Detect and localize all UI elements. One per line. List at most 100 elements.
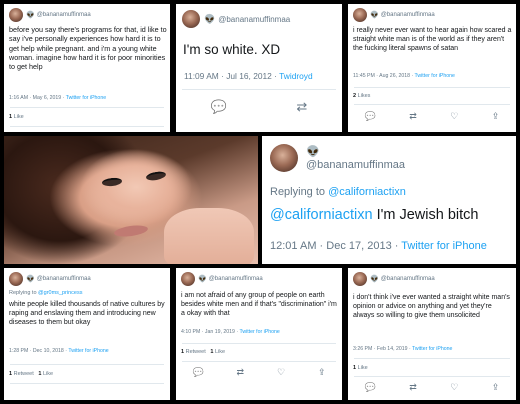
divider (354, 376, 510, 377)
divider (182, 361, 336, 362)
tweet-card-native: 👽 @bananamuffinmaa Replying to @gr0ms_pr… (4, 268, 170, 400)
likes-label: Like (12, 114, 24, 120)
alien-icon: 👽 (306, 146, 320, 158)
photo-eye-right (145, 170, 167, 182)
tweet-card-jewish: 👽 @bananamuffinmaa Replying to @californ… (262, 136, 516, 264)
user-handle[interactable]: @bananamuffinmaa (381, 276, 435, 282)
reply-to-link[interactable]: @gr0ms_princess (38, 290, 82, 296)
user-handle[interactable]: @bananamuffinmaa (306, 159, 405, 171)
divider (10, 107, 164, 108)
tweet-source[interactable]: Twitter for iPhone (401, 240, 487, 252)
share-icon[interactable]: ⇪ (492, 382, 500, 393)
tweet-time: 11:09 AM · Jul 16, 2012 · (184, 71, 280, 81)
tweet-stats[interactable]: 1 Retweet 1 Like (181, 349, 225, 355)
photo-hand (164, 208, 254, 264)
avatar[interactable] (9, 8, 23, 22)
tweet-card-afraid: 👽 @bananamuffinmaa i am not afraid of an… (176, 268, 342, 400)
tweet-time: 1:28 PM · Dec 10, 2018 · (9, 348, 69, 354)
alien-icon: 👽 (370, 276, 379, 283)
reply-icon[interactable]: 💬 (211, 99, 227, 115)
user-handle[interactable]: @bananamuffinmaa (37, 276, 91, 282)
like-icon[interactable]: ♡ (450, 382, 458, 393)
alien-icon: 👽 (198, 276, 207, 283)
retweet-icon[interactable]: ⇄ (409, 382, 417, 393)
retweet-icon[interactable]: ⇄ (409, 111, 417, 122)
tweet-source[interactable]: Twitter for iPhone (415, 73, 455, 79)
divider (182, 89, 336, 90)
tweet-source[interactable]: Twitter for iPhone (66, 95, 106, 101)
tweet-stats[interactable]: 1 Retweet 1 Like (9, 371, 53, 377)
tweet-source[interactable]: Twitter for iPhone (412, 346, 452, 352)
tweet-text: before you say there's programs for that… (9, 25, 167, 72)
tweet-card-programs: 👽 @bananamuffinmaa before you say there'… (4, 4, 170, 132)
reply-context: Replying to @californiactixn (270, 186, 406, 198)
reply-icon[interactable]: 💬 (365, 382, 376, 393)
divider (182, 343, 336, 344)
share-icon[interactable]: ⇪ (492, 111, 500, 122)
user-handle[interactable]: @bananamuffinmaa (218, 15, 290, 24)
like-icon[interactable]: ♡ (450, 111, 458, 122)
divider (10, 383, 164, 384)
tweet-text: I'm so white. XD (183, 42, 281, 57)
likes-label: Likes (356, 93, 371, 99)
tweet-card-scared: 👽 @bananamuffinmaa i really never ever w… (348, 4, 516, 132)
avatar[interactable] (353, 272, 367, 286)
retweet-icon[interactable]: ⇄ (237, 367, 245, 378)
avatar[interactable] (9, 272, 23, 286)
reply-context: Replying to @gr0ms_princess (9, 290, 82, 296)
alien-icon: 👽 (204, 13, 216, 24)
tweet-source[interactable]: Twitter for iPhone (68, 348, 108, 354)
photo-eye-left (101, 176, 123, 188)
tweet-stats[interactable]: 1 Like (9, 114, 24, 120)
mention-link[interactable]: @californiactixn (270, 207, 373, 223)
tweet-timestamp[interactable]: 3:26 PM · Feb 14, 2019 · Twitter for iPh… (353, 346, 452, 352)
tweet-text: i don't think i've ever wanted a straigh… (353, 294, 510, 320)
tweet-text: i am not afraid of any group of people o… (181, 292, 337, 318)
alien-icon: 👽 (370, 12, 379, 19)
alien-icon: 👽 (26, 276, 35, 283)
tweet-timestamp[interactable]: 12:01 AM · Dec 17, 2013 · Twitter for iP… (270, 240, 487, 252)
avatar[interactable] (353, 8, 367, 22)
avatar[interactable] (181, 272, 195, 286)
tweet-timestamp[interactable]: 11:45 PM · Aug 26, 2018 · Twitter for iP… (353, 73, 455, 79)
tweet-stats[interactable]: 2 Likes (353, 93, 370, 99)
like-icon[interactable]: ♡ (277, 367, 285, 378)
reply-icon[interactable]: 💬 (365, 111, 376, 122)
tweet-source[interactable]: Twitter for iPhone (239, 329, 279, 335)
divider (10, 364, 164, 365)
tweet-card-white: 👽 @bananamuffinmaa I'm so white. XD 11:0… (176, 4, 342, 132)
reply-prefix: Replying to (9, 290, 39, 296)
divider (354, 104, 510, 105)
tweet-text: @californiactixn I'm Jewish bitch (270, 206, 478, 225)
likes-label: Like (356, 365, 368, 371)
tweet-text: white people killed thousands of native … (9, 301, 165, 327)
user-handle[interactable]: @bananamuffinmaa (381, 12, 435, 18)
reply-icon[interactable]: 💬 (192, 367, 203, 378)
tweet-text: i really never ever want to hear again h… (353, 27, 512, 53)
avatar[interactable] (270, 144, 298, 172)
likes-label: Like (41, 371, 54, 377)
reply-prefix: Replying to (270, 186, 329, 198)
tweet-timestamp[interactable]: 1:16 AM · May 6, 2019 · Twitter for iPho… (9, 95, 106, 101)
tweet-time: 12:01 AM · Dec 17, 2013 · (270, 240, 402, 252)
photo-lips (113, 223, 149, 239)
tweet-stats[interactable]: 1 Like (353, 365, 368, 371)
user-handle[interactable]: @bananamuffinmaa (209, 276, 263, 282)
divider (354, 87, 510, 88)
retweet-icon[interactable]: ⇄ (296, 99, 307, 115)
profile-photo (4, 136, 258, 264)
user-handle[interactable]: @bananamuffinmaa (37, 12, 91, 18)
tweet-time: 11:45 PM · Aug 26, 2018 · (353, 73, 415, 79)
tweet-timestamp[interactable]: 11:09 AM · Jul 16, 2012 · Twidroyd (184, 71, 313, 81)
tweet-timestamp[interactable]: 4:10 PM · Jan 19, 2019 · Twitter for iPh… (181, 329, 280, 335)
reply-to-link[interactable]: @californiactixn (328, 186, 406, 198)
retweets-label: Retweet (12, 371, 34, 377)
alien-icon: 👽 (26, 12, 35, 19)
tweet-time: 4:10 PM · Jan 19, 2019 · (181, 329, 240, 335)
tweet-source[interactable]: Twidroyd (279, 71, 313, 81)
likes-label: Like (213, 349, 226, 355)
share-icon[interactable]: ⇪ (318, 367, 326, 378)
tweet-timestamp[interactable]: 1:28 PM · Dec 10, 2018 · Twitter for iPh… (9, 348, 109, 354)
avatar[interactable] (182, 10, 200, 28)
tweet-time: 1:16 AM · May 6, 2019 · (9, 95, 66, 101)
